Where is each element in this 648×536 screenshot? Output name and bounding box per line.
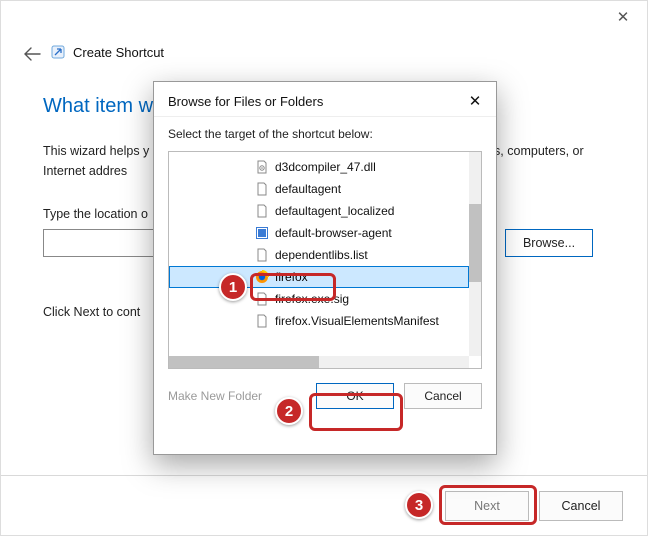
dialog-button-row: Make New Folder OK Cancel [154, 369, 496, 409]
file-icon [255, 248, 269, 262]
dialog-title: Browse for Files or Folders [168, 94, 323, 109]
click-next-text: Click Next to cont [43, 305, 140, 319]
file-label: default-browser-agent [275, 226, 392, 240]
close-icon[interactable]: ✕ [466, 92, 484, 110]
file-icon [255, 314, 269, 328]
file-list[interactable]: d3dcompiler_47.dll defaultagent defaultage… [169, 152, 469, 356]
make-new-folder-button: Make New Folder [168, 389, 262, 403]
file-item-defaultagent-localized[interactable]: defaultagent_localized [169, 200, 469, 222]
wizard-text-a: This wizard helps y [43, 144, 149, 158]
firefox-icon [255, 270, 269, 284]
file-item-firefox-exe-sig[interactable]: firefox.exe.sig [169, 288, 469, 310]
file-item-firefox-visualelementsmanifest[interactable]: firefox.VisualElementsManifest [169, 310, 469, 332]
dialog-cancel-button[interactable]: Cancel [404, 383, 482, 409]
file-label: firefox.exe.sig [275, 292, 349, 306]
window-title: Create Shortcut [73, 45, 164, 60]
back-arrow-icon[interactable] [23, 47, 41, 66]
file-item-default-browser-agent[interactable]: default-browser-agent [169, 222, 469, 244]
dialog-instruction: Select the target of the shortcut below: [154, 117, 496, 151]
file-icon [255, 292, 269, 306]
annotation-1: 1 [219, 273, 247, 301]
file-label: defaultagent [275, 182, 341, 196]
annotation-2: 2 [275, 397, 303, 425]
file-item-firefox[interactable]: firefox [169, 266, 469, 288]
file-label: firefox [275, 270, 308, 284]
file-tree: d3dcompiler_47.dll defaultagent defaultage… [168, 151, 482, 369]
browse-dialog: Browse for Files or Folders ✕ Select the… [153, 81, 497, 455]
annotation-3: 3 [405, 491, 433, 519]
file-item-dependentlibs-list[interactable]: dependentlibs.list [169, 244, 469, 266]
wizard-footer: Next Cancel [1, 475, 647, 535]
shortcut-icon [51, 45, 65, 59]
page-heading: What item wo [43, 95, 164, 118]
ok-button[interactable]: OK [316, 383, 394, 409]
vertical-scroll-thumb[interactable] [469, 204, 481, 282]
file-label: firefox.VisualElementsManifest [275, 314, 439, 328]
file-label: dependentlibs.list [275, 248, 368, 262]
file-item-defaultagent[interactable]: defaultagent [169, 178, 469, 200]
file-label: d3dcompiler_47.dll [275, 160, 376, 174]
close-icon[interactable]: ✕ [615, 9, 631, 25]
file-icon [255, 204, 269, 218]
horizontal-scrollbar[interactable] [169, 356, 469, 368]
dialog-titlebar: Browse for Files or Folders ✕ [154, 82, 496, 117]
next-button[interactable]: Next [445, 491, 529, 521]
file-item-d3dcompiler-47-dll[interactable]: d3dcompiler_47.dll [169, 156, 469, 178]
horizontal-scroll-thumb[interactable] [169, 356, 319, 368]
cancel-button[interactable]: Cancel [539, 491, 623, 521]
file-label: defaultagent_localized [275, 204, 394, 218]
browse-button[interactable]: Browse... [505, 229, 593, 257]
vertical-scrollbar[interactable] [469, 152, 481, 356]
file-icon [255, 182, 269, 196]
dll-icon [255, 160, 269, 174]
location-label: Type the location o [43, 207, 148, 221]
exe-icon [255, 226, 269, 240]
